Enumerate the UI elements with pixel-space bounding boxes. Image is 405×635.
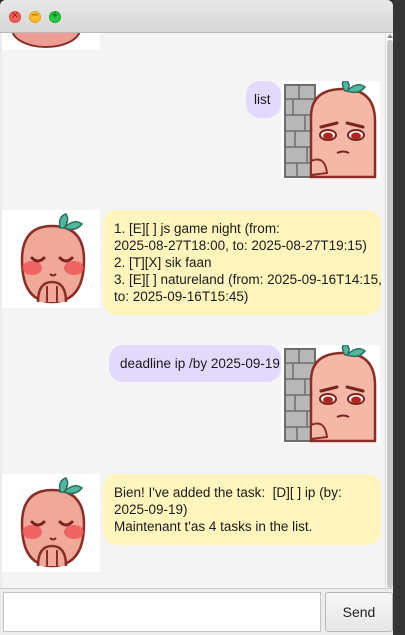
- send-button[interactable]: Send: [325, 592, 393, 632]
- background-window-edge: [393, 0, 405, 635]
- message-line: 3. [E][ ] natureland (from: 2025-09-16T1…: [114, 272, 382, 287]
- dialog-container[interactable]: list 1. [E][] js game night (from: 2025…: [2, 33, 385, 588]
- bot-avatar-image: [2, 33, 100, 50]
- message-line: 2025-08-27T18:00, to: 2025-08-27T19:15): [114, 238, 367, 253]
- user-message-bubble: deadline ip /by 2025-09-19: [109, 345, 281, 382]
- minimize-icon: −: [30, 10, 40, 21]
- user-message-bubble: list: [246, 81, 281, 118]
- close-icon: ×: [10, 10, 20, 21]
- bot-avatar-image: [2, 210, 100, 308]
- title-bar: × − +: [0, 0, 393, 33]
- bot-message-bubble: 1. [E][ ] js game night (from: 2025-08-2…: [103, 210, 382, 315]
- message-line: list: [254, 92, 271, 107]
- user-avatar-image: [281, 81, 380, 179]
- zoom-window-button[interactable]: +: [49, 10, 61, 23]
- user-avatar-image: [281, 345, 380, 443]
- bot-message-bubble: Bien! I've added the task: [D][ ] ip (by…: [103, 474, 381, 545]
- message-line: Maintenant t'as 4 tasks in the list.: [114, 519, 313, 534]
- message-line: Bien! I've added the task: [D][ ] ip (by…: [114, 485, 342, 500]
- zoom-icon: +: [50, 10, 60, 21]
- message-line: 2. [T][X] sik faan: [114, 255, 212, 270]
- vertical-scrollbar[interactable]: [385, 33, 393, 613]
- bot-avatar-image: [2, 474, 100, 572]
- message-line: 2025-09-19): [114, 502, 188, 517]
- chat-window: × − + list 1. [E][] js game night (from…: [0, 0, 393, 635]
- minimize-window-button[interactable]: −: [29, 10, 41, 23]
- message-input[interactable]: [3, 592, 321, 632]
- close-window-button[interactable]: ×: [9, 10, 21, 23]
- message-line: to: 2025-09-16T15:45): [114, 289, 249, 304]
- input-bar: Send: [0, 588, 393, 635]
- message-line: 1. [E][ ] js game night (from:: [114, 221, 280, 236]
- message-line: deadline ip /by 2025-09-19: [120, 356, 280, 371]
